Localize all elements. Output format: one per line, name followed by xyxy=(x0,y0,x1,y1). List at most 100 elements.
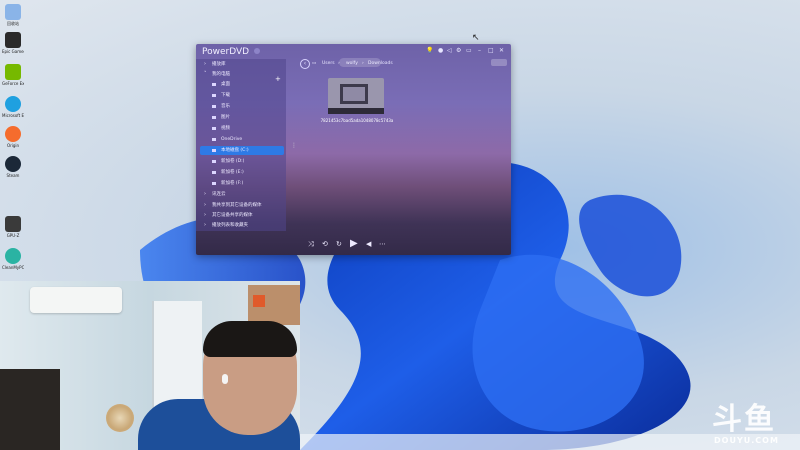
sidebar-item-label: 视频 xyxy=(221,126,230,131)
sidebar-item-label: 新加卷 (F:) xyxy=(221,181,244,186)
sidebar-item-drive-c[interactable]: 本地磁盘 (C:) xyxy=(200,146,284,155)
chevron-right-icon: › xyxy=(204,61,206,67)
decorative-plate xyxy=(106,404,134,432)
drive-icon xyxy=(212,171,216,174)
sidebar-item-music[interactable]: 音乐 xyxy=(196,102,286,111)
download-icon xyxy=(212,94,216,97)
sidebar-item-drive-e[interactable]: 新加卷 (E:) xyxy=(196,168,286,177)
desktop-icon-label: Origin xyxy=(6,143,20,148)
cyberlink-logo-icon xyxy=(254,48,260,54)
desktop-folder-icon xyxy=(212,83,216,86)
desktop-icon-steam[interactable]: Steam xyxy=(2,156,24,178)
video-thumbnail[interactable] xyxy=(328,78,384,114)
desktop: 回收站 Epic Games Launcher GeForce Experien… xyxy=(0,0,800,450)
sidebar-item-label: OneDrive xyxy=(221,137,243,142)
webcam-overlay xyxy=(0,281,300,450)
drive-icon xyxy=(212,160,216,163)
cleanmypc-icon xyxy=(5,248,21,264)
desktop-icon-label: Epic Games Launcher xyxy=(2,49,24,54)
desktop-icon-edge[interactable]: Microsoft Edge xyxy=(2,96,24,118)
desktop-icon-recycle-bin[interactable]: 回收站 xyxy=(2,4,24,26)
sidebar-item-downloads[interactable]: 下载 xyxy=(196,91,286,100)
sidebar-item-pictures[interactable]: 图片 xyxy=(196,113,286,122)
monitor-icon[interactable]: ▭ xyxy=(466,47,472,54)
desktop-icon-label: Steam xyxy=(6,173,20,178)
minimize-icon[interactable]: – xyxy=(478,47,481,54)
douyu-url-text: DOUYU.COM xyxy=(714,436,779,445)
streamer-hair xyxy=(203,321,297,357)
film-icon xyxy=(340,84,368,104)
drive-icon xyxy=(212,149,216,152)
volume-icon[interactable]: ◀ xyxy=(366,240,371,248)
sidebar-item-label: 播放库 xyxy=(212,62,226,67)
sidebar: + › 播放库 ˅ 我的电脑 桌面 下载 音乐 图片 视频 OneDrive 本… xyxy=(196,59,286,231)
music-icon xyxy=(212,105,216,108)
lightbulb-icon[interactable]: 💡 xyxy=(426,47,433,54)
sidebar-item-label: 下载 xyxy=(221,93,230,98)
sidebar-item-shared-from-devices[interactable]: › 其它设备共享的媒体 xyxy=(196,211,286,220)
share-icon[interactable]: ◁ xyxy=(447,47,452,54)
sidebar-item-library[interactable]: › 播放库 xyxy=(196,60,286,69)
sidebar-item-shared-to-devices[interactable]: › 我共享到其它设备的媒体 xyxy=(196,201,286,210)
sidebar-item-videos[interactable]: 视频 xyxy=(196,124,286,133)
user-icon[interactable]: ● xyxy=(438,47,443,54)
sidebar-item-desktop[interactable]: 桌面 xyxy=(196,80,286,89)
desktop-icon-label: CleanMyPC xyxy=(2,265,24,270)
folder-view-button[interactable] xyxy=(491,59,507,66)
player-controls: ⤨ ⟲ ↻ ▶ ◀ ⋯ xyxy=(196,238,511,254)
search-input[interactable] xyxy=(339,58,381,67)
chevron-right-icon: › xyxy=(204,202,206,208)
chevron-right-icon: › xyxy=(204,222,206,228)
breadcrumb-item[interactable]: Users xyxy=(322,61,335,66)
geforce-icon xyxy=(5,64,21,80)
air-conditioner xyxy=(30,287,122,313)
desktop-icon-epic[interactable]: Epic Games Launcher xyxy=(2,32,24,54)
sidebar-item-drive-d[interactable]: 新加卷 (D:) xyxy=(196,157,286,166)
desktop-icon-label: GeForce Experience xyxy=(2,81,24,86)
breadcrumb: ‹ ▭ Users › wolfy › Downloads xyxy=(300,59,510,71)
powerdvd-window: PowerDVD 💡 ● ◁ ⚙ ▭ – □ ✕ + › 播放库 ˅ 我的电脑 … xyxy=(196,44,511,255)
douyu-watermark: 斗鱼 DOUYU.COM xyxy=(712,394,798,450)
chevron-down-icon: ˅ xyxy=(204,71,207,77)
sidebar-item-label: 讯连云 xyxy=(212,192,226,197)
file-name: 7821453c7bad5ada1048078c5743a xyxy=(320,118,394,123)
sidebar-item-label: 其它设备共享的媒体 xyxy=(212,213,253,218)
sidebar-item-label: 图片 xyxy=(221,115,230,120)
refresh-icon[interactable]: ↻ xyxy=(336,240,342,248)
desktop-icon-label: GPU-Z xyxy=(6,233,20,238)
chevron-right-icon: › xyxy=(204,212,206,218)
app-title: PowerDVD xyxy=(202,47,250,57)
sidebar-item-label: 桌面 xyxy=(221,82,230,87)
settings-icon[interactable]: ⚙ xyxy=(456,47,461,54)
epic-games-icon xyxy=(5,32,21,48)
sidebar-item-label: 我的电脑 xyxy=(212,72,230,77)
sidebar-item-onedrive[interactable]: OneDrive xyxy=(196,135,286,144)
back-button[interactable]: ‹ xyxy=(300,59,310,69)
picture-icon xyxy=(212,116,216,119)
more-options-icon[interactable]: ⋮ xyxy=(291,142,297,149)
sidebar-item-drive-f[interactable]: 新加卷 (F:) xyxy=(196,179,286,188)
cloud-icon xyxy=(212,138,216,141)
edge-icon xyxy=(5,96,21,112)
sidebar-item-label: 我共享到其它设备的媒体 xyxy=(212,203,262,208)
chevron-right-icon: › xyxy=(204,191,206,197)
desktop-icon-cleanmypc[interactable]: CleanMyPC xyxy=(2,248,24,270)
shuffle-icon[interactable]: ⤨ xyxy=(308,240,314,249)
maximize-icon[interactable]: □ xyxy=(488,47,494,54)
desktop-icon-label: 回收站 xyxy=(7,21,19,26)
desktop-icon-gpuz[interactable]: GPU-Z xyxy=(2,216,24,238)
sidebar-item-label: 播放列表和收藏夹 xyxy=(212,223,248,228)
sidebar-item-cyberlink-cloud[interactable]: › 讯连云 xyxy=(196,190,286,199)
thumbnail-toolbar xyxy=(328,108,384,114)
play-icon[interactable]: ▶ xyxy=(350,238,358,249)
sidebar-item-playlists[interactable]: › 播放列表和收藏夹 xyxy=(196,221,286,230)
sidebar-item-label: 本地磁盘 (C:) xyxy=(221,148,249,153)
repeat-icon[interactable]: ⟲ xyxy=(322,240,328,248)
desktop-icon-origin[interactable]: Origin xyxy=(2,126,24,148)
sidebar-item-my-computer[interactable]: ˅ 我的电脑 xyxy=(196,70,286,79)
desktop-icon-geforce[interactable]: GeForce Experience xyxy=(2,64,24,86)
desktop-icon-label: Microsoft Edge xyxy=(2,113,24,118)
close-icon[interactable]: ✕ xyxy=(499,47,504,54)
shelf xyxy=(0,369,60,450)
more-icon[interactable]: ⋯ xyxy=(379,240,386,248)
